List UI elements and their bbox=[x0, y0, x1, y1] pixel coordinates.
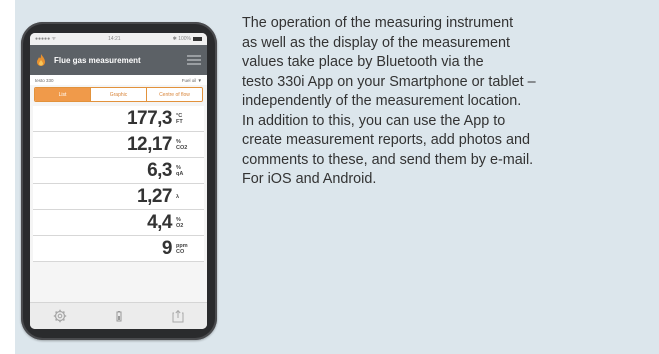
reading-value: 9 bbox=[161, 237, 173, 259]
description-text: The operation of the measuring instrumen… bbox=[242, 14, 642, 190]
description-line: The operation of the measuring instrumen… bbox=[242, 15, 514, 31]
reading-row: 1,27 λ bbox=[33, 184, 204, 210]
menu-icon[interactable] bbox=[187, 53, 201, 67]
bottom-toolbar bbox=[30, 302, 207, 329]
description-line: comments to these, and send them by e-ma… bbox=[242, 151, 534, 168]
reading-value: 4,4 bbox=[147, 211, 172, 233]
status-time: 14:21 bbox=[108, 36, 121, 42]
tab-list[interactable]: List bbox=[35, 88, 90, 101]
description-line: In addition to this, you can use the App… bbox=[242, 112, 506, 129]
tab-centre-of-flow[interactable]: Centre of flow bbox=[146, 88, 202, 101]
smartphone: ●●●●● ᯤ 14:21 ✱ 100% Flue gas measuremen… bbox=[21, 22, 217, 340]
battery-icon bbox=[192, 36, 202, 41]
reading-row: 9 ppm CO bbox=[33, 236, 204, 262]
description-line: For iOS and Android. bbox=[242, 171, 377, 187]
description-line: create measurement reports, add photos a… bbox=[242, 132, 530, 148]
readings-list: 177,3 °C FT 12,17 % CO2 6,3 % qA 1,27 λ 4,4… bbox=[33, 106, 204, 262]
battery-icon[interactable] bbox=[112, 309, 126, 323]
reading-value: 177,3 bbox=[126, 107, 173, 129]
tab-graphic[interactable]: Graphic bbox=[90, 88, 146, 101]
flame-icon bbox=[37, 54, 45, 66]
description-line: testo 330i App on your Smartphone or tab… bbox=[242, 73, 536, 90]
reading-row: 12,17 % CO2 bbox=[33, 132, 204, 158]
reading-row: 6,3 % qA bbox=[33, 158, 204, 184]
app-title: Flue gas measurement bbox=[54, 55, 141, 65]
app-header: Flue gas measurement bbox=[30, 45, 207, 75]
reading-unit: % qA bbox=[176, 164, 184, 177]
description-line: values take place by Bluetooth via the bbox=[242, 54, 484, 70]
reading-value: 6,3 bbox=[147, 159, 172, 181]
signal-indicator: ●●●●● ᯤ bbox=[35, 36, 57, 42]
status-bar: ●●●●● ᯤ 14:21 ✱ 100% bbox=[30, 33, 207, 45]
description-line: independently of the measurement locatio… bbox=[242, 93, 522, 109]
fuel-selector[interactable]: Fuel oil ▼ bbox=[182, 78, 202, 83]
export-icon[interactable] bbox=[171, 309, 185, 323]
device-bar: testo 330 Fuel oil ▼ bbox=[30, 75, 207, 85]
reading-value: 12,17 bbox=[126, 133, 173, 155]
description-line: as well as the display of the measuremen… bbox=[242, 34, 510, 51]
device-name: testo 330 bbox=[35, 77, 54, 83]
reading-unit: °C FT bbox=[176, 112, 183, 125]
view-tabs: List Graphic Centre of flow bbox=[34, 87, 203, 102]
gear-icon[interactable] bbox=[53, 309, 67, 323]
reading-value: 1,27 bbox=[137, 185, 172, 207]
reading-row: 177,3 °C FT bbox=[33, 106, 204, 132]
reading-unit: % O2 bbox=[176, 216, 184, 229]
reading-unit: ppm CO bbox=[176, 242, 188, 255]
reading-unit: % CO2 bbox=[176, 138, 188, 151]
battery-status: ✱ 100% bbox=[173, 36, 202, 42]
phone-screen: ●●●●● ᯤ 14:21 ✱ 100% Flue gas measuremen… bbox=[30, 33, 207, 329]
reading-unit: λ bbox=[176, 193, 180, 200]
reading-row: 4,4 % O2 bbox=[33, 210, 204, 236]
